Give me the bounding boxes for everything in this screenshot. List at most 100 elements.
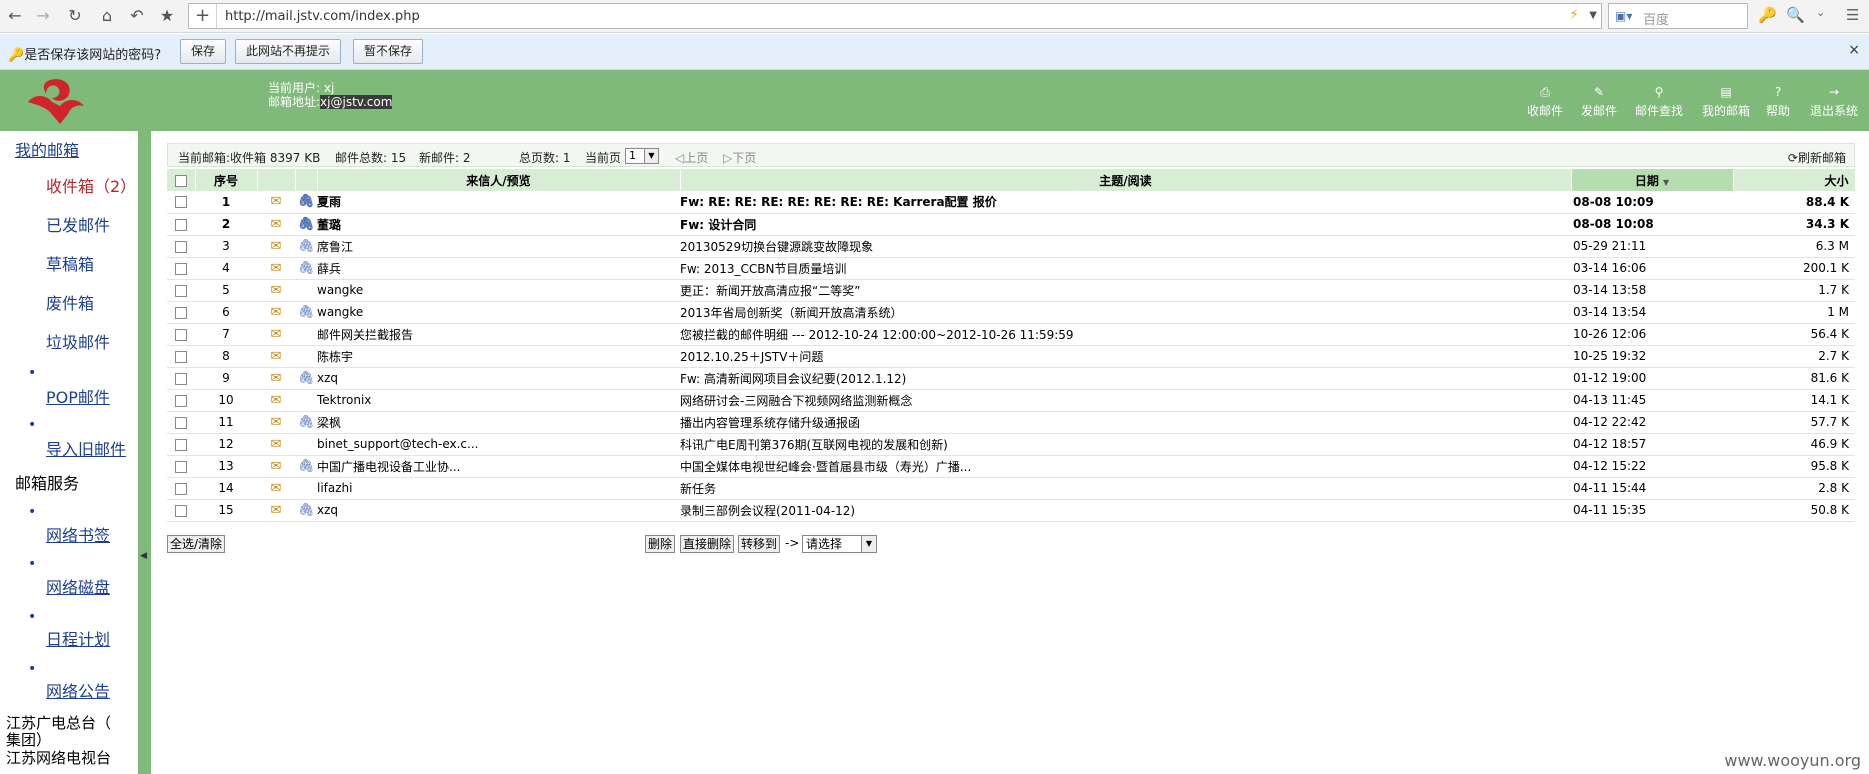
nav-search[interactable]: ⚲ 邮件查找 [1635,86,1683,119]
back-icon[interactable]: ← [4,5,26,27]
row-subject[interactable]: Fw: RE: RE: RE: RE: RE: RE: RE: Karrera配… [680,191,1571,214]
search-engine-icon[interactable]: ▣▾ [1615,9,1632,23]
table-row[interactable]: 7 ✉ 邮件网关拦截报告 您被拦截的邮件明细 --- 2012-10-24 12:00… [167,323,1855,346]
row-checkbox[interactable] [175,416,187,429]
table-row[interactable]: 6 ✉ 🖇 wangke 2013年省局创新奖（新闻开放高清系统） 03-14 13:54… [167,301,1855,324]
row-from[interactable]: 梁枫 [317,411,680,434]
sidebar-item-inbox[interactable]: 收件箱（2） [46,173,136,197]
row-subject[interactable]: 科讯广电E周刊第376期(互联网电视的发展和创新) [680,433,1571,456]
table-row[interactable]: 2 ✉ 🖇 董璐 Fw: 设计合同 08-08 10:08 34.3 K [167,213,1855,236]
sidebar-item-disk[interactable]: 网络磁盘 [46,574,110,598]
row-checkbox-cell[interactable] [167,411,195,434]
table-row[interactable]: 15 ✉ 🖇 xzq 录制三部例会议程(2011-04-12) 04-11 15:35 50… [167,499,1855,522]
row-from[interactable]: 董璐 [317,213,680,236]
sidebar-item-trash[interactable]: 废件箱 [46,290,94,314]
my-mailbox-link[interactable]: 我的邮箱 [15,137,79,161]
nav-mybox[interactable]: ▤ 我的邮箱 [1702,86,1750,119]
row-from[interactable]: 邮件网关拦截报告 [317,323,680,346]
row-checkbox-cell[interactable] [167,323,195,346]
row-from[interactable]: wangke [317,279,680,302]
row-subject[interactable]: 中国全媒体电视世纪峰会·暨首届县市级（寿光）广播... [680,455,1571,478]
row-checkbox[interactable] [175,328,187,341]
row-from[interactable]: lifazhi [317,477,680,500]
lightning-icon[interactable]: ⚡ [1569,7,1579,23]
url-text[interactable]: http://mail.jstv.com/index.php [225,9,420,24]
row-checkbox-cell[interactable] [167,389,195,412]
table-row[interactable]: 13 ✉ 🖇 中国广播电视设备工业协... 中国全媒体电视世纪峰会·暨首届县市级（寿光）… [167,455,1855,478]
col-size[interactable]: 大小 [1733,169,1856,191]
new-tab-icon[interactable]: + [189,4,217,28]
row-checkbox[interactable] [175,438,187,451]
row-checkbox[interactable] [175,218,187,231]
sidebar-item-spam[interactable]: 垃圾邮件 [46,329,110,353]
row-from[interactable]: 陈栋宇 [317,345,680,368]
row-subject[interactable]: 20130529切换台键源跳变故障现象 [680,235,1571,258]
undo-icon[interactable]: ↶ [126,5,148,27]
col-num[interactable]: 序号 [195,169,258,191]
prev-page-link[interactable]: ◁上页 [675,149,708,166]
row-subject[interactable]: Fw: 2013_CCBN节目质量培训 [680,257,1571,280]
page-select[interactable]: 1 ▼ [625,148,659,164]
sidebar-item-notices[interactable]: 网络公告 [46,678,110,702]
chevron-down-icon[interactable]: ▼ [644,149,658,163]
row-from[interactable]: xzq [317,499,680,522]
row-checkbox-cell[interactable] [167,433,195,456]
row-checkbox-cell[interactable] [167,499,195,522]
sidebar-item-calendar[interactable]: 日程计划 [46,626,110,650]
direct-delete-button[interactable]: 直接删除 [680,535,735,553]
nav-receive[interactable]: ⎙ 收邮件 [1527,86,1563,119]
table-row[interactable]: 4 ✉ 🖇 薛兵 Fw: 2013_CCBN节目质量培训 03-14 16:06 200.1… [167,257,1855,280]
row-from[interactable]: wangke [317,301,680,324]
more-icon[interactable]: ⌄ [1816,6,1825,19]
row-from[interactable]: 中国广播电视设备工业协... [317,455,680,478]
row-subject[interactable]: Fw: 设计合同 [680,213,1571,236]
forward-icon[interactable]: → [32,5,54,27]
sidebar-item-bookmarks[interactable]: 网络书签 [46,522,110,546]
table-row[interactable]: 14 ✉ lifazhi 新任务 04-11 15:44 2.8 K [167,477,1855,500]
row-checkbox[interactable] [175,504,187,517]
row-checkbox[interactable] [175,196,187,209]
folder-select[interactable]: 请选择 ▼ [802,535,877,553]
row-checkbox-cell[interactable] [167,455,195,478]
row-from[interactable]: 夏雨 [317,191,680,214]
row-checkbox-cell[interactable] [167,279,195,302]
nav-compose[interactable]: ✎ 发邮件 [1581,86,1617,119]
select-all-checkbox[interactable] [174,174,187,187]
sidebar-item-drafts[interactable]: 草稿箱 [46,251,94,275]
row-checkbox-cell[interactable] [167,345,195,368]
table-row[interactable]: 3 ✉ 🖇 席鲁江 20130529切换台键源跳变故障现象 05-29 21:11 6.3 … [167,235,1855,258]
col-from[interactable]: 来信人/预览 [317,169,681,191]
table-row[interactable]: 12 ✉ binet_support@tech-ex.c... 科讯广电E周刊第376… [167,433,1855,456]
row-checkbox-cell[interactable] [167,257,195,280]
row-checkbox[interactable] [175,372,187,385]
row-subject[interactable]: 新任务 [680,477,1571,500]
row-from[interactable]: 席鲁江 [317,235,680,258]
row-checkbox-cell[interactable] [167,477,195,500]
row-checkbox-cell[interactable] [167,213,195,236]
row-checkbox[interactable] [175,460,187,473]
reload-icon[interactable]: ↻ [64,5,86,27]
row-checkbox-cell[interactable] [167,191,195,214]
sidebar-item-sent[interactable]: 已发邮件 [46,212,110,236]
row-from[interactable]: 薛兵 [317,257,680,280]
row-checkbox-cell[interactable] [167,235,195,258]
row-checkbox[interactable] [175,306,187,319]
sidebar-item-pop[interactable]: POP邮件 [46,384,110,408]
col-date[interactable]: 日期 ▼ [1571,169,1734,191]
key-icon[interactable]: 🔑 [1758,6,1777,24]
nav-help[interactable]: ? 帮助 [1766,86,1790,119]
table-row[interactable]: 11 ✉ 🖇 梁枫 播出内容管理系统存储升级通报函 04-12 22:42 57.7 K [167,411,1855,434]
row-checkbox-cell[interactable] [167,367,195,390]
chevron-down-icon[interactable]: ▼ [1589,10,1597,21]
row-subject[interactable]: 网络研讨会-三网融合下视频网络监测新概念 [680,389,1571,412]
bookmark-star-icon[interactable]: ★ [156,5,178,27]
row-from[interactable]: xzq [317,367,680,390]
row-subject[interactable]: Fw: 高清新闻网项目会议纪要(2012.1.12) [680,367,1571,390]
move-to-button[interactable]: 转移到 [738,535,781,553]
not-now-button[interactable]: 暂不保存 [353,39,424,64]
row-from[interactable]: Tektronix [317,389,680,412]
row-checkbox[interactable] [175,262,187,275]
save-password-button[interactable]: 保存 [180,39,227,64]
never-prompt-button[interactable]: 此网站不再提示 [235,39,342,64]
row-checkbox[interactable] [175,394,187,407]
